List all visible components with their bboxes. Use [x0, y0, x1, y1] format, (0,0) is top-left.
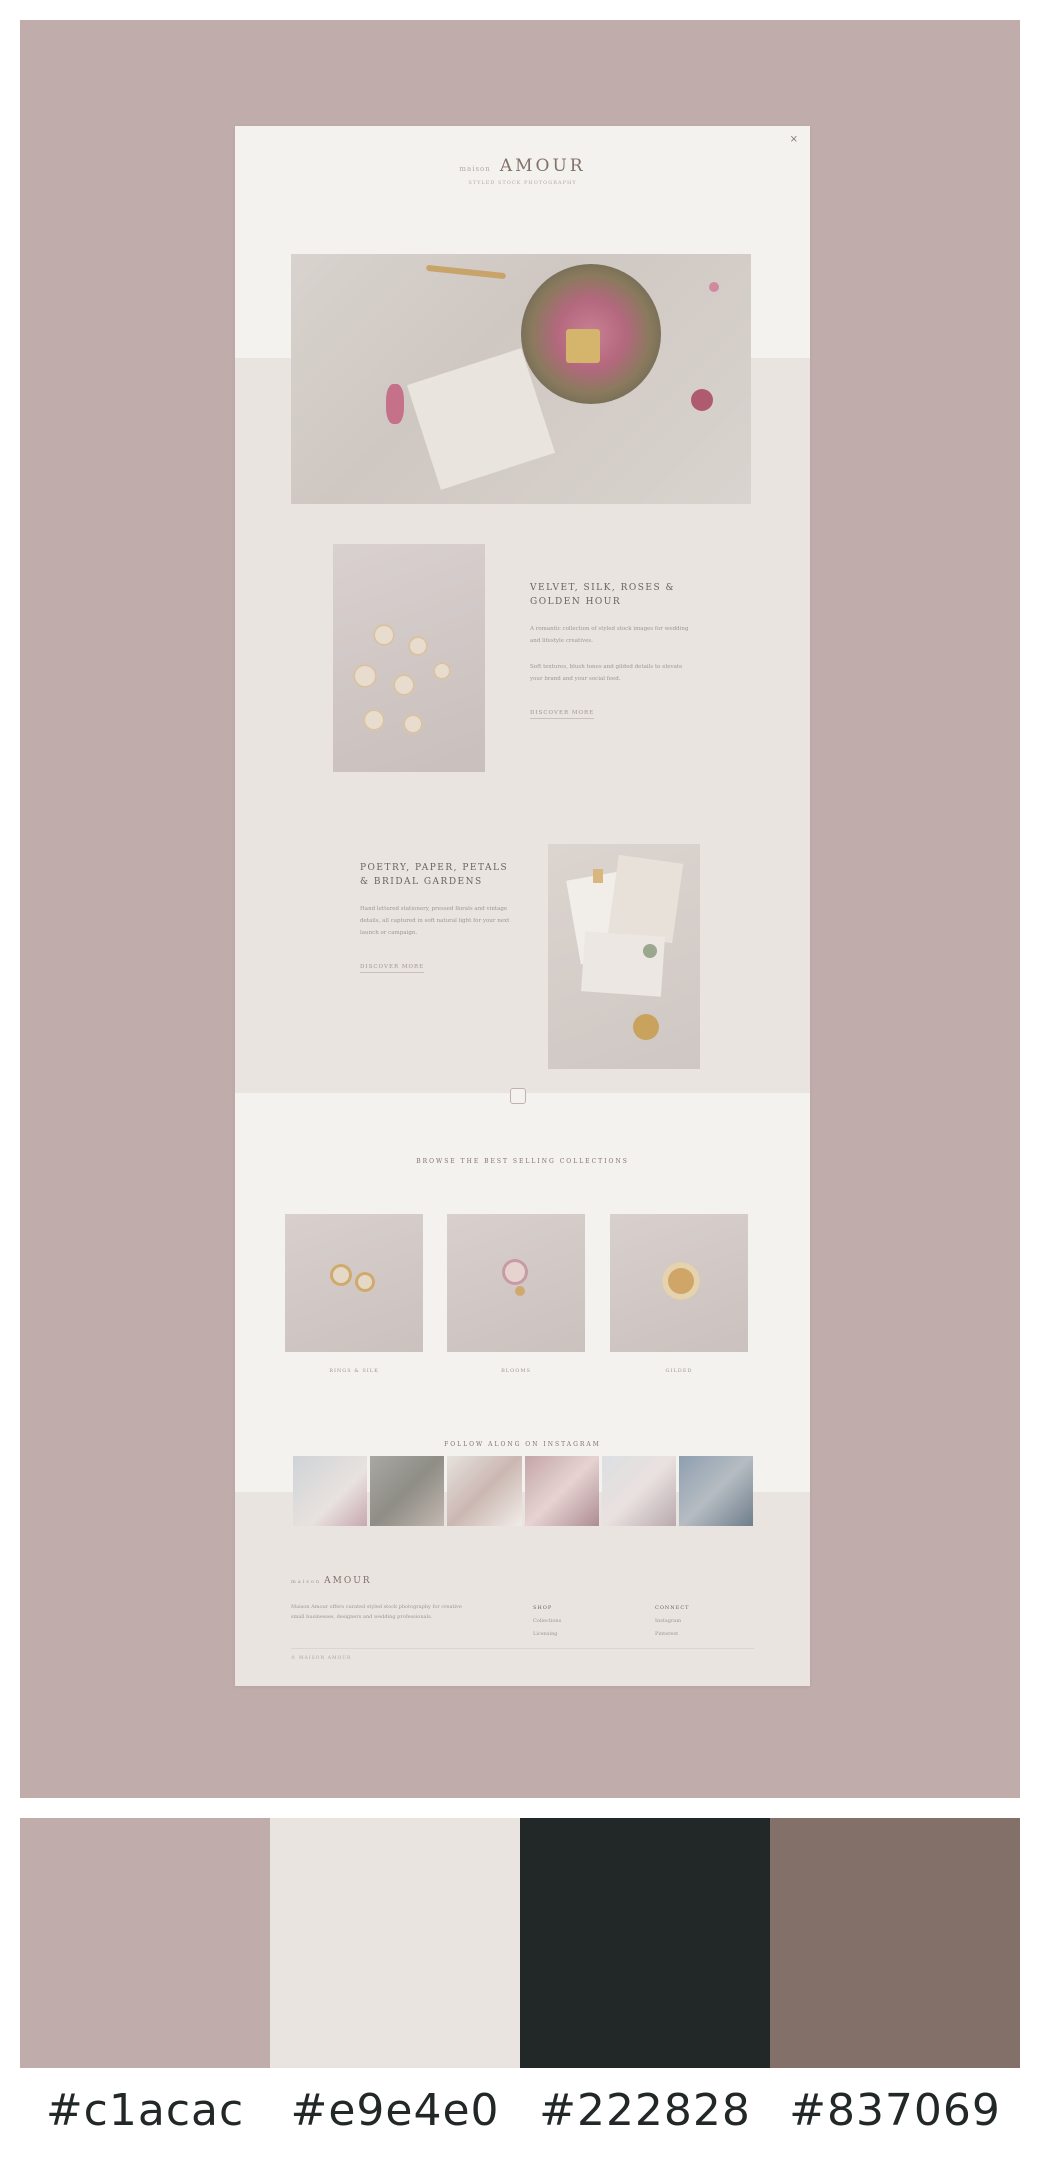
wax-seal-prop — [633, 1014, 659, 1040]
scroll-down-icon[interactable] — [510, 1088, 526, 1104]
collection-image[interactable] — [285, 1214, 423, 1352]
collection-card[interactable]: RINGS & SILK — [285, 1214, 423, 1374]
collection-label[interactable]: GILDED — [610, 1368, 748, 1374]
feature-2-body: Hand lettered stationery, pressed floral… — [360, 903, 510, 939]
collection-label[interactable]: RINGS & SILK — [285, 1368, 423, 1374]
collections-title: BROWSE THE BEST SELLING COLLECTIONS — [416, 1158, 629, 1165]
instagram-feed — [293, 1456, 754, 1526]
footer-column-heading: CONNECT — [655, 1605, 690, 1611]
collection-card[interactable]: BLOOMS — [447, 1214, 585, 1374]
feature-image-stationery — [548, 844, 700, 1069]
site-tagline: STYLED STOCK PHOTOGRAPHY — [468, 180, 577, 186]
card-prop — [607, 854, 684, 944]
collection-card[interactable]: GILDED — [610, 1214, 748, 1374]
ring-prop — [330, 1264, 352, 1286]
footer-logo-prefix: maison — [291, 1579, 322, 1585]
flower-prop — [386, 384, 404, 424]
card-prop — [581, 931, 665, 997]
ring-prop — [408, 636, 428, 656]
bottle-prop — [593, 869, 603, 883]
logo-wordmark: AMOUR — [499, 156, 586, 176]
mockup-background: × maison AMOUR STYLED STOCK PHOTOGRAPHY — [20, 20, 1020, 1798]
palette-swatch — [20, 1818, 270, 2068]
feature-2-text: POETRY, PAPER, PETALS & BRIDAL GARDENS H… — [360, 861, 510, 973]
footer-column-connect: CONNECT Instagram Pinterest — [655, 1602, 690, 1641]
palette-labels: #c1acac #e9e4e0 #222828 #837069 — [20, 2085, 1020, 2136]
petal-prop — [709, 282, 719, 292]
feature-1-paragraph: Soft textures, blush tones and gilded de… — [530, 664, 683, 682]
feature-1-link[interactable]: DISCOVER MORE — [530, 710, 595, 719]
ring-prop — [515, 1286, 525, 1296]
footer-copyright: © MAISON AMOUR — [291, 1656, 352, 1661]
close-icon[interactable]: × — [790, 134, 798, 145]
ring-prop — [363, 709, 385, 731]
instagram-thumbnail[interactable] — [447, 1456, 522, 1526]
spoon-prop — [425, 264, 507, 280]
palette-swatch — [770, 1818, 1020, 2068]
color-palette — [20, 1818, 1020, 2068]
flower-prop — [502, 1259, 528, 1285]
instagram-thumbnail[interactable] — [601, 1456, 676, 1526]
footer-description: Maison Amour offers curated styled stock… — [291, 1604, 462, 1620]
instagram-title: FOLLOW ALONG ON INSTAGRAM — [444, 1441, 601, 1448]
feature-2-title: POETRY, PAPER, PETALS & BRIDAL GARDENS — [360, 863, 509, 887]
collection-image[interactable] — [447, 1214, 585, 1352]
feature-2-link[interactable]: DISCOVER MORE — [360, 964, 425, 973]
feature-1-paragraph: A romantic collection of styled stock im… — [530, 626, 689, 644]
footer-logo-wordmark: AMOUR — [324, 1576, 372, 1586]
footer-link[interactable]: Pinterest — [655, 1628, 690, 1641]
website-mockup: × maison AMOUR STYLED STOCK PHOTOGRAPHY — [235, 126, 810, 1686]
feature-1-body: A romantic collection of styled stock im… — [530, 623, 690, 685]
palette-hex-label: #837069 — [789, 2085, 1001, 2136]
palette-hex-label: #c1acac — [45, 2085, 245, 2136]
petal-prop — [691, 389, 713, 411]
gold-dish-prop — [662, 1262, 700, 1300]
collection-image[interactable] — [610, 1214, 748, 1352]
feature-1-title: VELVET, SILK, ROSES & GOLDEN HOUR — [530, 583, 676, 607]
perfume-bottle-prop — [566, 329, 600, 363]
instagram-thumbnail[interactable] — [678, 1456, 754, 1526]
footer-link[interactable]: Licensing — [533, 1628, 561, 1641]
footer-link[interactable]: Collections — [533, 1615, 561, 1628]
site-logo[interactable]: maison AMOUR STYLED STOCK PHOTOGRAPHY — [235, 156, 810, 186]
collection-label[interactable]: BLOOMS — [447, 1368, 585, 1374]
palette-swatch — [520, 1818, 770, 2068]
palette-hex-label: #222828 — [539, 2085, 751, 2136]
footer-link[interactable]: Instagram — [655, 1615, 690, 1628]
ring-prop — [373, 624, 395, 646]
ring-prop — [353, 664, 377, 688]
instagram-thumbnail[interactable] — [370, 1456, 445, 1526]
instagram-thumbnail[interactable] — [524, 1456, 599, 1526]
footer-column-heading: SHOP — [533, 1605, 553, 1611]
ring-prop — [393, 674, 415, 696]
footer-divider — [291, 1648, 754, 1649]
instagram-thumbnail[interactable] — [293, 1456, 368, 1526]
feature-2-paragraph: Hand lettered stationery, pressed floral… — [360, 906, 510, 936]
footer-column-shop: SHOP Collections Licensing — [533, 1602, 561, 1641]
feature-1-text: VELVET, SILK, ROSES & GOLDEN HOUR A roma… — [530, 581, 690, 719]
palette-swatch — [270, 1818, 520, 2068]
leaf-prop — [643, 944, 657, 958]
footer-logo[interactable]: maison AMOUR — [291, 1576, 372, 1586]
feature-image-rings — [333, 544, 485, 772]
hero-image — [291, 254, 751, 504]
palette-hex-label: #e9e4e0 — [290, 2085, 500, 2136]
ring-prop — [403, 714, 423, 734]
logo-prefix: maison — [459, 165, 491, 173]
ring-prop — [355, 1272, 375, 1292]
ring-prop — [433, 662, 451, 680]
